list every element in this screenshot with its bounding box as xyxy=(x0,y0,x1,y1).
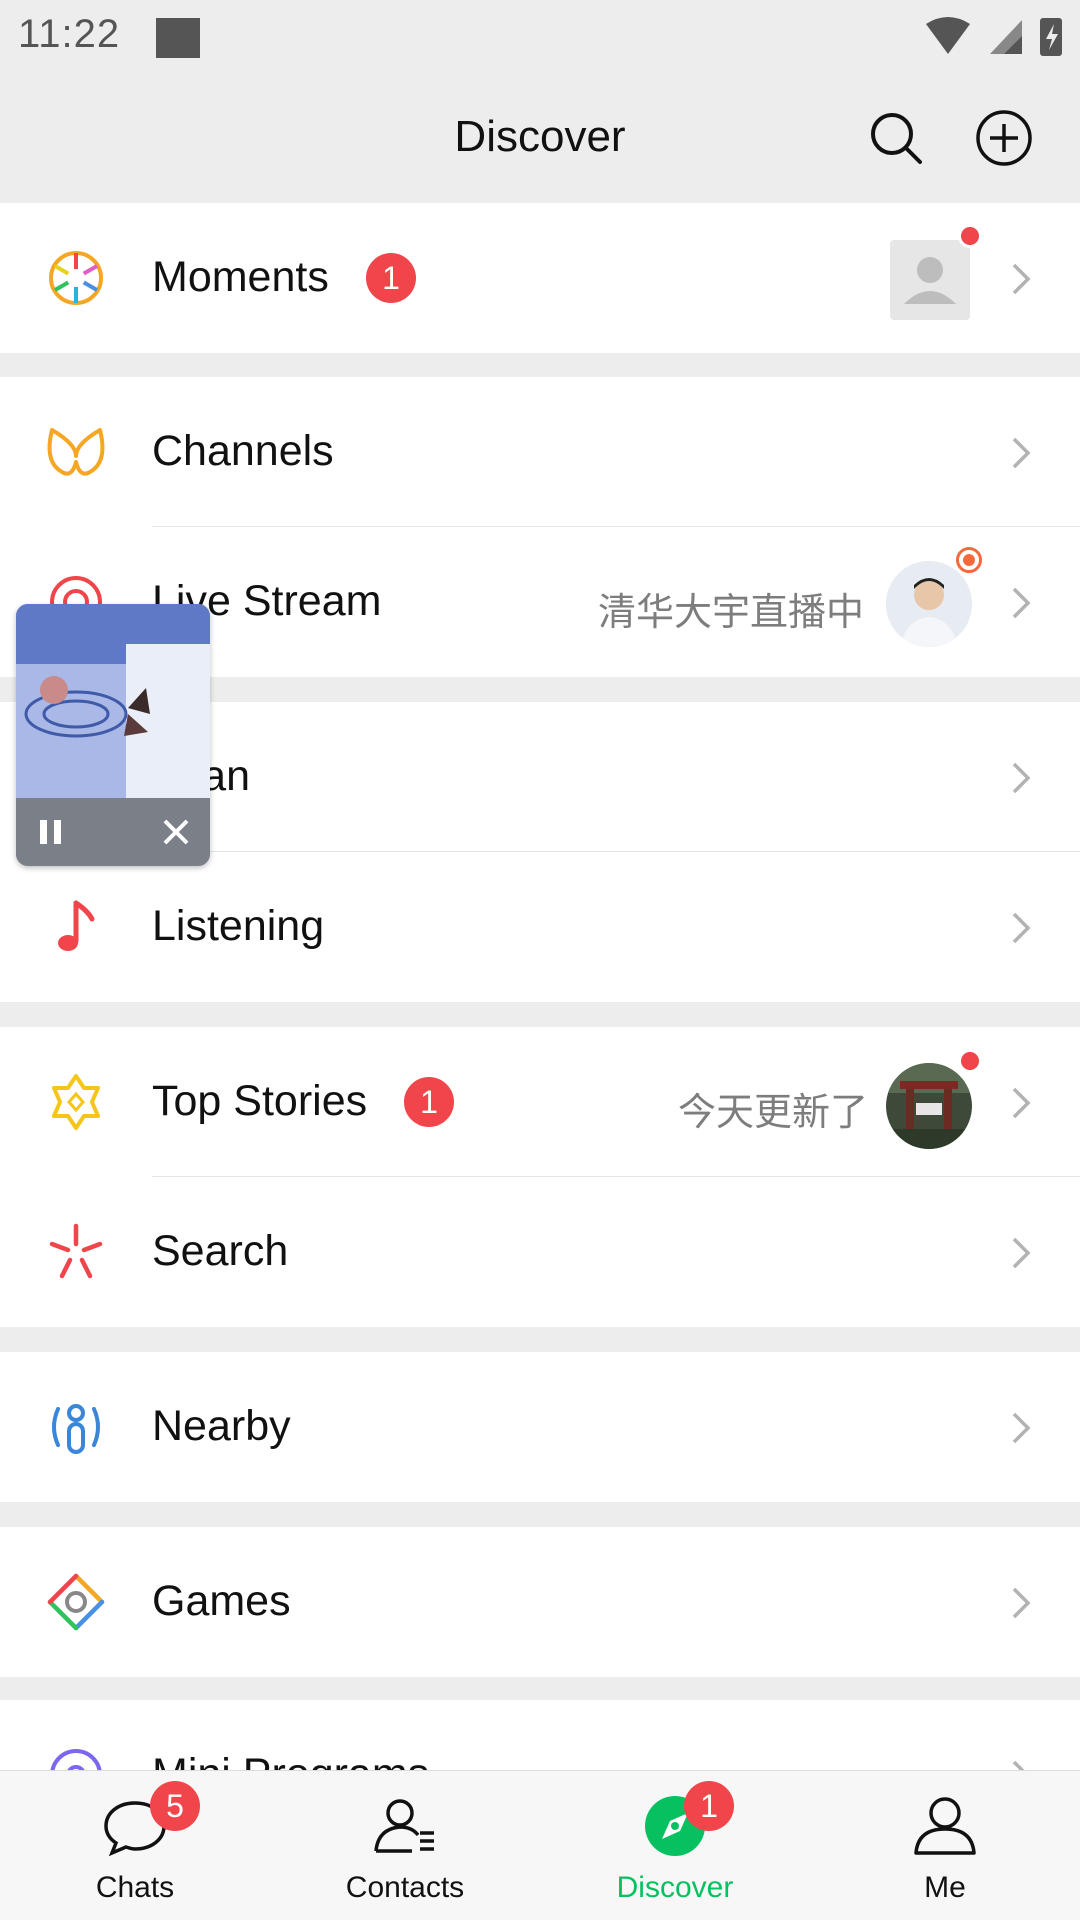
nearby-row[interactable]: Nearby xyxy=(0,1352,1080,1502)
chevron-right-icon xyxy=(1012,1587,1031,1619)
close-icon[interactable] xyxy=(162,818,190,846)
moments-new-dot xyxy=(958,224,982,248)
moments-badge: 1 xyxy=(366,253,416,303)
top-stories-star-icon xyxy=(52,1074,100,1130)
status-bar: 11:22 xyxy=(0,0,1080,76)
tab-me[interactable]: Me xyxy=(810,1771,1080,1920)
search-label: Search xyxy=(152,1227,289,1275)
nearby-label: Nearby xyxy=(152,1402,291,1450)
top-stories-thumbnail xyxy=(886,1063,972,1149)
floating-video-player[interactable] xyxy=(16,604,210,866)
top-stories-status: 今天更新了 xyxy=(677,1092,868,1134)
top-stories-label: Top Stories xyxy=(152,1077,368,1125)
chevron-right-icon xyxy=(1012,1237,1031,1269)
contacts-icon xyxy=(374,1799,434,1853)
search-spark-icon xyxy=(49,1223,103,1279)
games-diamond-icon xyxy=(47,1573,105,1631)
player-controls xyxy=(16,798,210,866)
tab-contacts[interactable]: Contacts xyxy=(270,1771,540,1920)
tab-label: Discover xyxy=(616,1871,734,1904)
tab-label: Contacts xyxy=(345,1871,465,1904)
bottom-tab-bar: 5 Chats Contacts 1 Discover Me xyxy=(0,1770,1080,1920)
video-thumbnail xyxy=(16,604,210,798)
moments-avatar xyxy=(890,240,970,320)
live-streamer-avatar xyxy=(886,561,972,647)
tab-discover[interactable]: 1 Discover xyxy=(540,1771,810,1920)
chevron-right-icon xyxy=(1012,1412,1031,1444)
chevron-right-icon xyxy=(1012,1087,1031,1119)
chevron-right-icon xyxy=(1012,437,1031,469)
moments-row[interactable]: Moments 1 xyxy=(0,203,1080,353)
chats-badge: 5 xyxy=(150,1781,200,1831)
tab-label: Me xyxy=(924,1871,966,1904)
channels-row[interactable]: Channels xyxy=(0,377,1080,527)
music-note-icon xyxy=(58,900,95,951)
channels-label: Channels xyxy=(152,427,334,475)
status-icons xyxy=(926,17,1062,56)
top-stories-row[interactable]: Top Stories 1 今天更新了 xyxy=(0,1027,1080,1177)
discover-badge: 1 xyxy=(684,1781,734,1831)
live-stream-status: 清华大宇直播中 xyxy=(597,592,864,634)
channels-butterfly-icon xyxy=(47,428,105,476)
tab-label: Chats xyxy=(95,1871,175,1904)
streamer-photo-icon xyxy=(886,561,972,647)
top-stories-new-dot xyxy=(958,1049,982,1073)
wifi-icon xyxy=(926,17,970,54)
listening-label: Listening xyxy=(152,902,325,950)
nearby-person-icon xyxy=(52,1404,100,1454)
search-icon[interactable] xyxy=(866,108,926,168)
games-label: Games xyxy=(152,1577,291,1625)
listening-row[interactable]: Listening xyxy=(0,852,1080,1002)
top-stories-badge: 1 xyxy=(404,1077,454,1127)
moments-aperture-icon xyxy=(49,251,103,305)
add-icon[interactable] xyxy=(974,108,1034,168)
person-icon xyxy=(914,1797,976,1855)
pause-icon[interactable] xyxy=(38,818,64,846)
chevron-right-icon xyxy=(1012,263,1031,295)
chevron-right-icon xyxy=(1012,587,1031,619)
top-bar: Discover xyxy=(0,76,1080,202)
games-row[interactable]: Games xyxy=(0,1527,1080,1677)
search-row[interactable]: Search xyxy=(0,1177,1080,1327)
person-placeholder-icon xyxy=(904,257,956,304)
live-indicator-icon xyxy=(956,547,982,573)
tab-chats[interactable]: 5 Chats xyxy=(0,1771,270,1920)
chevron-right-icon xyxy=(1012,762,1031,794)
gate-photo-icon xyxy=(886,1063,972,1149)
moments-label: Moments xyxy=(152,253,329,301)
status-time: 11:22 xyxy=(18,12,121,56)
notification-icon xyxy=(156,18,200,58)
chevron-right-icon xyxy=(1012,912,1031,944)
